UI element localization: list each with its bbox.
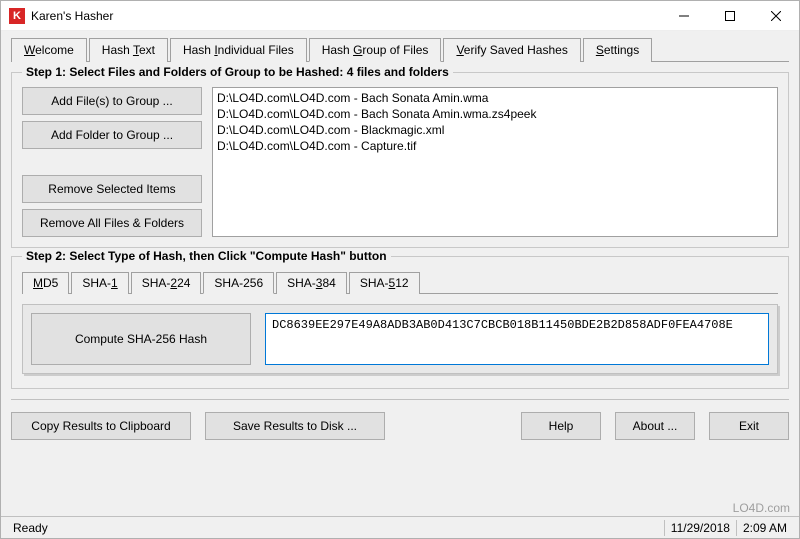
hash-tab-5[interactable]: SHA-512 xyxy=(349,272,420,294)
window-title: Karen's Hasher xyxy=(31,9,661,23)
watermark: LO4D.com xyxy=(733,501,790,515)
status-time: 2:09 AM xyxy=(737,521,793,535)
hash-tab-2[interactable]: SHA-224 xyxy=(131,272,202,294)
remove-all-button[interactable]: Remove All Files & Folders xyxy=(22,209,202,237)
hash-tab-1[interactable]: SHA-1 xyxy=(71,272,128,294)
exit-button[interactable]: Exit xyxy=(709,412,789,440)
main-tabstrip: WelcomeHash TextHash Individual FilesHas… xyxy=(11,37,789,62)
file-list-item[interactable]: D:\LO4D.com\LO4D.com - Capture.tif xyxy=(217,138,773,154)
save-results-button[interactable]: Save Results to Disk ... xyxy=(205,412,385,440)
step2-legend: Step 2: Select Type of Hash, then Click … xyxy=(22,249,391,263)
add-files-button[interactable]: Add File(s) to Group ... xyxy=(22,87,202,115)
file-list-item[interactable]: D:\LO4D.com\LO4D.com - Bach Sonata Amin.… xyxy=(217,90,773,106)
hash-tab-3[interactable]: SHA-256 xyxy=(203,272,274,294)
separator xyxy=(11,399,789,400)
main-tab-4[interactable]: Verify Saved Hashes xyxy=(443,38,580,62)
about-button[interactable]: About ... xyxy=(615,412,695,440)
hash-tab-4[interactable]: SHA-384 xyxy=(276,272,347,294)
step1-groupbox: Step 1: Select Files and Folders of Grou… xyxy=(11,72,789,248)
status-text: Ready xyxy=(7,521,664,535)
hash-result-field[interactable]: DC8639EE297E49A8ADB3AB0D413C7CBCB018B114… xyxy=(265,313,769,365)
minimize-button[interactable] xyxy=(661,1,707,31)
titlebar: K Karen's Hasher xyxy=(1,1,799,31)
compute-hash-button[interactable]: Compute SHA-256 Hash xyxy=(31,313,251,365)
status-date: 11/29/2018 xyxy=(665,521,736,535)
maximize-button[interactable] xyxy=(707,1,753,31)
main-tab-2[interactable]: Hash Individual Files xyxy=(170,38,307,62)
main-tab-0[interactable]: Welcome xyxy=(11,38,87,62)
main-tab-5[interactable]: Settings xyxy=(583,38,652,62)
remove-selected-button[interactable]: Remove Selected Items xyxy=(22,175,202,203)
hash-type-tabs: MD5SHA-1SHA-224SHA-256SHA-384SHA-512 xyxy=(22,271,778,294)
hash-tab-0[interactable]: MD5 xyxy=(22,272,69,294)
status-bar: Ready 11/29/2018 2:09 AM xyxy=(1,516,799,538)
close-button[interactable] xyxy=(753,1,799,31)
main-tab-3[interactable]: Hash Group of Files xyxy=(309,38,442,62)
file-list[interactable]: D:\LO4D.com\LO4D.com - Bach Sonata Amin.… xyxy=(212,87,778,237)
app-icon: K xyxy=(9,8,25,24)
spacer xyxy=(22,155,202,169)
bottom-button-row: Copy Results to Clipboard Save Results t… xyxy=(11,406,789,442)
file-list-item[interactable]: D:\LO4D.com\LO4D.com - Blackmagic.xml xyxy=(217,122,773,138)
step1-legend: Step 1: Select Files and Folders of Grou… xyxy=(22,65,453,79)
add-folder-button[interactable]: Add Folder to Group ... xyxy=(22,121,202,149)
help-button[interactable]: Help xyxy=(521,412,601,440)
main-tab-1[interactable]: Hash Text xyxy=(89,38,168,62)
file-list-item[interactable]: D:\LO4D.com\LO4D.com - Bach Sonata Amin.… xyxy=(217,106,773,122)
copy-results-button[interactable]: Copy Results to Clipboard xyxy=(11,412,191,440)
step2-groupbox: Step 2: Select Type of Hash, then Click … xyxy=(11,256,789,389)
